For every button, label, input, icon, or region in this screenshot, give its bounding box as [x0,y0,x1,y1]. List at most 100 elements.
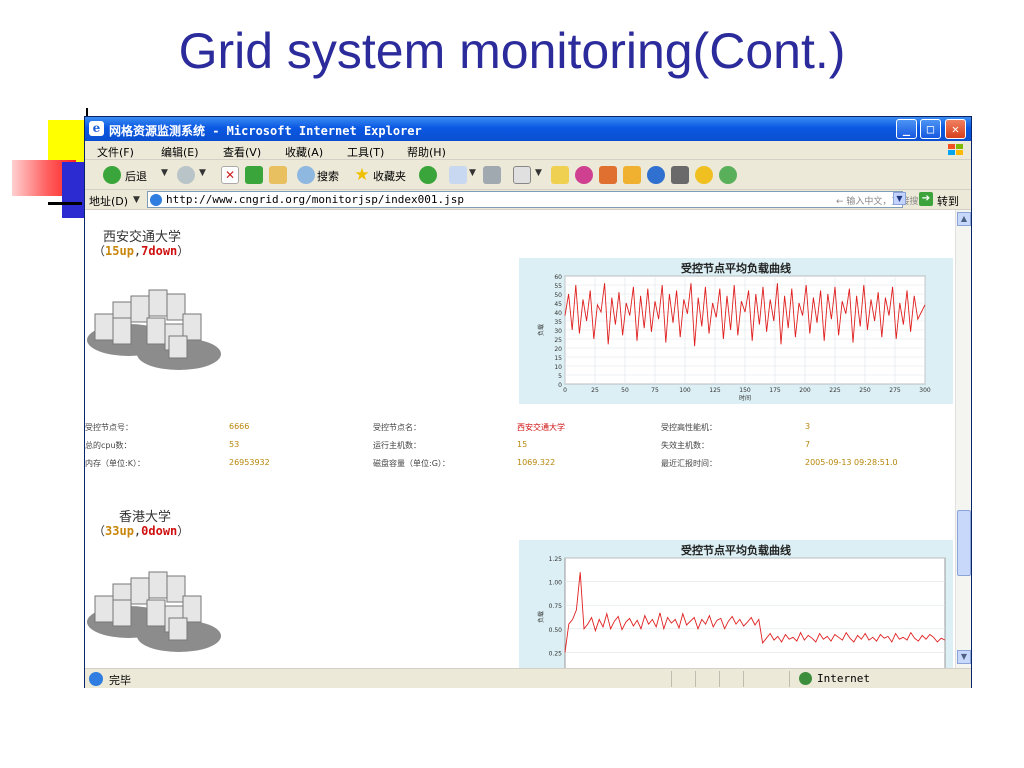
y-tick-label: 45 [554,301,562,308]
zone-text: Internet [817,672,870,685]
forward-dropdown-icon[interactable]: ▼ [199,168,206,178]
home-icon[interactable] [269,166,287,184]
info-label: 内存（单位:K）： [85,459,145,468]
menu-favorites[interactable]: 收藏(A) [285,144,323,160]
x-tick-label: 75 [651,387,659,394]
x-tick-label: 100 [679,387,691,394]
messenger-icon[interactable] [575,166,593,184]
chart-plot-area: 1.251.000.750.500.250.00负载 [537,556,946,668]
maximize-button[interactable]: □ [920,119,941,139]
refresh-icon[interactable] [245,166,263,184]
forward-arrow-icon[interactable] [177,166,195,184]
search-icon[interactable] [297,166,315,184]
info-label: 总的cpu数： [85,441,132,450]
x-tick-label: 225 [829,387,841,394]
folder-icon[interactable] [551,166,569,184]
tool-icon[interactable] [623,166,641,184]
y-tick-label: 1.00 [549,580,563,587]
y-tick-label: 5 [558,373,562,380]
y-tick-label: 40 [554,310,562,317]
info-label: 受控节点名： [373,423,421,432]
history-icon[interactable] [419,166,437,184]
y-tick-label: 10 [554,364,562,371]
server-cluster-icon [87,289,221,370]
mail-icon[interactable] [449,166,467,184]
info-value: 26953932 [229,458,270,467]
mail-dropdown-icon[interactable]: ▼ [469,168,476,178]
favorites-button[interactable]: 收藏夹 [373,168,406,184]
info-value: 6666 [229,422,250,431]
divider [719,671,720,687]
scroll-down-icon[interactable]: ▼ [957,650,971,664]
slide-title: Grid system monitoring(Cont.) [178,23,846,79]
status-close: ） [177,524,190,538]
stop-icon[interactable]: ✕ [221,166,239,184]
chart-plot-area: 6055504540353025201510500 25 50 75 100 125 150… [537,274,931,402]
back-arrow-icon[interactable] [103,166,121,184]
divider [671,671,672,687]
edit-dropdown-icon[interactable]: ▼ [535,168,542,178]
info-label: 失效主机数： [661,441,709,450]
y-tick-label: 20 [554,346,562,353]
y-tick-label: 50 [554,292,562,299]
y-tick-label: 35 [554,319,562,326]
gallery-icon[interactable] [671,166,689,184]
vertical-scrollbar[interactable]: ▲ ▼ [955,210,971,668]
smiley-icon[interactable] [695,166,713,184]
x-tick-label: 300 [919,387,931,394]
menu-view[interactable]: 查看(V) [223,144,261,160]
y-axis-label: 负载 [537,324,545,336]
globe-icon[interactable] [647,166,665,184]
y-axis-label: 负载 [537,611,545,623]
divider [695,671,696,687]
window-titlebar[interactable]: e 网格资源监测系统 - Microsoft Internet Explorer… [85,117,971,141]
info-value: 1069.322 [517,458,556,467]
close-button[interactable]: ✕ [945,119,966,139]
y-tick-label: 0 [558,382,562,389]
address-input[interactable]: http://www.cngrid.org/monitorjsp/index00… [147,191,927,208]
site-status: （33up,0down） [93,522,189,539]
y-tick-label: 0.50 [549,627,563,634]
favorites-star-icon[interactable]: ★ [353,166,371,184]
info-value: 2005-09-13 09:28:51.0 [805,458,898,467]
search-button[interactable]: 搜索 [317,168,339,184]
y-tick-label: 60 [554,274,562,281]
address-url: http://www.cngrid.org/monitorjsp/index00… [166,193,465,206]
menu-bar: 文件(F) 编辑(E) 查看(V) 收藏(A) 工具(T) 帮助(H) [85,141,971,160]
minimize-button[interactable]: _ [896,119,917,139]
people-icon[interactable] [719,166,737,184]
x-axis-label: 时间 [739,394,751,402]
y-tick-label: 0.25 [549,650,563,657]
research-icon[interactable] [599,166,617,184]
menu-file[interactable]: 文件(F) [97,144,134,160]
x-tick-label: 0 [563,387,567,394]
y-tick-label: 0.75 [549,603,563,610]
print-icon[interactable] [483,166,501,184]
info-label: 磁盘容量（单位:G）： [373,459,450,468]
load-chart-2: 受控节点平均负载曲线 1.251.000.750.500.250.00负载 [519,540,953,668]
address-bar: 地址(D) ▼ http://www.cngrid.org/monitorjsp… [85,190,971,210]
y-tick-label: 25 [554,337,562,344]
address-dropdown-icon[interactable]: ▼ [893,192,906,205]
down-count: 0down [141,524,178,538]
page-icon [150,194,162,206]
scroll-up-icon[interactable]: ▲ [957,212,971,226]
scroll-thumb[interactable] [957,510,971,576]
info-label: 运行主机数： [373,441,421,450]
x-tick-label: 150 [739,387,751,394]
edit-icon[interactable] [513,166,531,184]
x-tick-label: 250 [859,387,871,394]
info-label: 最近汇报时间： [661,459,717,468]
go-arrow-icon[interactable]: ➔ [919,192,933,206]
server-cluster-icon [87,571,221,652]
menu-help[interactable]: 帮助(H) [407,144,446,160]
go-button[interactable]: 转到 [937,193,959,209]
divider [789,671,790,687]
site-status: （15up,7down） [93,242,189,259]
y-tick-label: 1.25 [549,556,563,563]
back-dropdown-icon[interactable]: ▼ [161,168,168,178]
menu-edit[interactable]: 编辑(E) [161,144,199,160]
back-button[interactable]: 后退 [125,168,147,184]
menu-tools[interactable]: 工具(T) [347,144,384,160]
address-label-dropdown-icon[interactable]: ▼ [133,195,140,205]
